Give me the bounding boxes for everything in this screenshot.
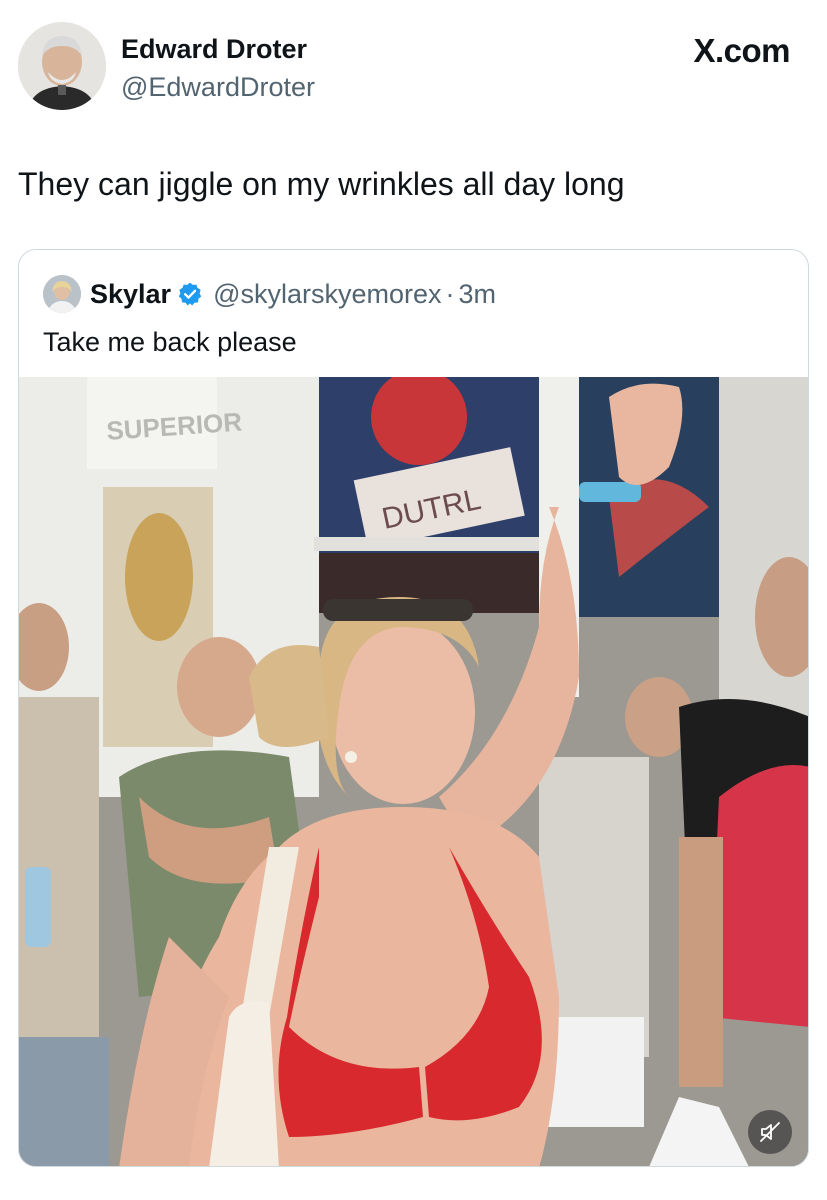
muted-speaker-icon — [760, 1122, 780, 1142]
quoted-author-handle[interactable]: @skylarskyemorex — [213, 279, 441, 310]
verified-badge-icon — [178, 282, 202, 306]
quoted-avatar-image — [43, 275, 81, 313]
quoted-post-header: Skylar @skylarskyemorex · 3m — [43, 275, 497, 313]
mute-toggle-button[interactable] — [748, 1110, 792, 1154]
author-avatar[interactable] — [18, 22, 106, 110]
post-text: They can jiggle on my wrinkles all day l… — [18, 166, 625, 202]
avatar-image — [18, 22, 106, 110]
author-handle[interactable]: @EdwardDroter — [121, 72, 315, 103]
timestamp-separator: · — [445, 278, 455, 309]
post-header: Edward Droter @EdwardDroter X.com — [18, 22, 808, 114]
quoted-post-card[interactable]: Skylar @skylarskyemorex · 3m Take me bac… — [18, 249, 809, 1167]
video-frame: SUPERIOR DUTRL — [19, 377, 808, 1166]
quoted-post-time[interactable]: 3m — [459, 279, 497, 310]
quoted-post-video[interactable]: SUPERIOR DUTRL — [19, 377, 808, 1166]
brand-watermark: X.com — [693, 32, 790, 69]
quoted-author-avatar[interactable] — [43, 275, 81, 313]
quoted-author-name[interactable]: Skylar — [90, 279, 171, 310]
author-name[interactable]: Edward Droter — [121, 34, 307, 65]
quoted-post-text: Take me back please — [43, 327, 297, 357]
